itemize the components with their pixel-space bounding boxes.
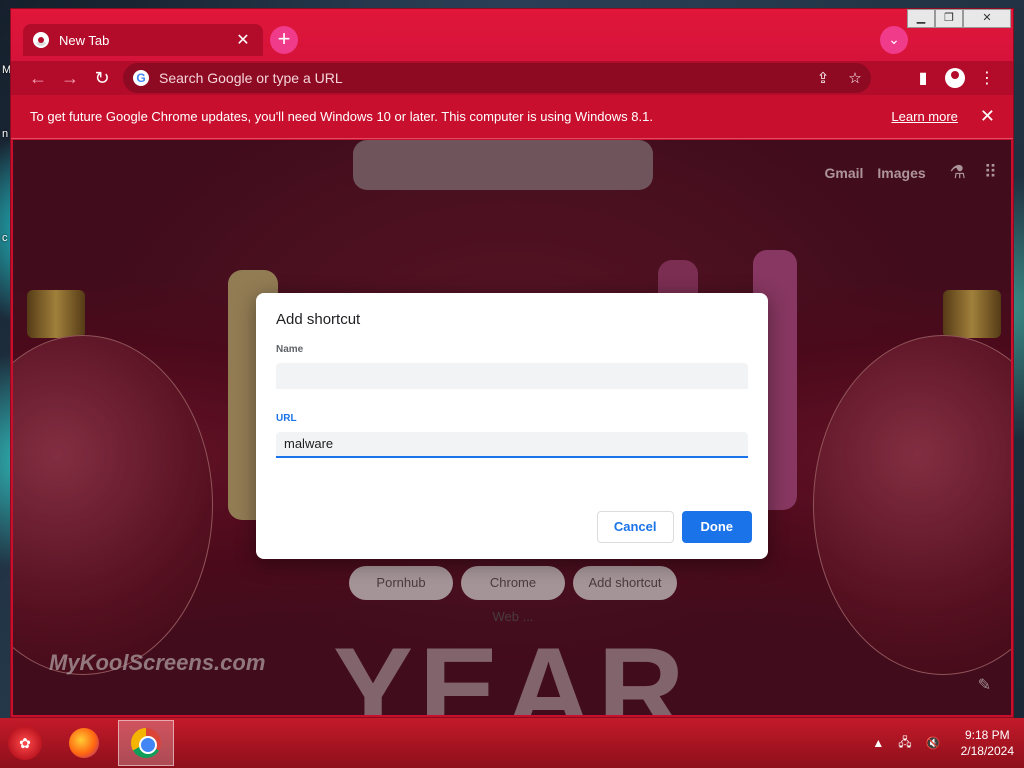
show-hidden-icons-icon[interactable]: ▲ [872, 736, 884, 750]
start-button-icon[interactable]: ✿ [8, 726, 42, 760]
minimize-button[interactable]: ▁ [907, 9, 935, 28]
close-window-button[interactable]: ✕ [963, 9, 1011, 28]
desktop-icon-label[interactable]: c [2, 232, 8, 244]
side-panel-icon[interactable]: ▮ [907, 68, 939, 88]
infobar-message: To get future Google Chrome updates, you… [30, 109, 653, 124]
title-bar: New Tab ✕ + ⌄ ▁ ❐ ✕ [11, 9, 1013, 61]
tab-search-button[interactable]: ⌄ [880, 26, 908, 54]
back-button[interactable]: ← [23, 63, 53, 93]
toolbar: ← → ↻ G Search Google or type a URL ⇪ ☆ … [11, 61, 1013, 95]
omnibox[interactable]: G Search Google or type a URL ⇪ ☆ [123, 63, 871, 93]
volume-muted-icon[interactable]: 🔇 [926, 736, 941, 750]
dialog-buttons: Cancel Done [589, 511, 752, 543]
clock[interactable]: 9:18 PM 2/18/2024 [961, 727, 1014, 759]
close-tab-icon[interactable]: ✕ [233, 30, 253, 50]
system-tray: ▲ 🖧 🔇 9:18 PM 2/18/2024 [872, 718, 1014, 768]
bookmark-star-icon[interactable]: ☆ [839, 69, 871, 87]
close-infobar-icon[interactable]: ✕ [980, 106, 995, 127]
update-infobar: To get future Google Chrome updates, you… [11, 95, 1013, 139]
dialog-title: Add shortcut [276, 311, 361, 328]
clock-time: 9:18 PM [964, 728, 1010, 742]
clock-date: 2/18/2024 [960, 744, 1014, 758]
google-g-icon: G [133, 70, 149, 86]
url-field[interactable] [276, 432, 748, 458]
chrome-favicon-icon [33, 32, 49, 48]
new-tab-button[interactable]: + [270, 26, 298, 54]
restore-button[interactable]: ❐ [935, 9, 963, 28]
firefox-icon [69, 728, 99, 758]
tab-title: New Tab [59, 32, 110, 48]
desktop-icon-label[interactable]: n [2, 128, 8, 140]
taskbar-firefox[interactable] [56, 720, 112, 766]
name-label: Name [276, 344, 304, 355]
menu-dots-icon[interactable]: ⋮ [971, 68, 1003, 88]
profile-avatar-icon[interactable] [945, 68, 965, 88]
name-field[interactable] [276, 363, 748, 389]
window-controls: ▁ ❐ ✕ [907, 9, 1011, 28]
taskbar-chrome[interactable] [118, 720, 174, 766]
network-icon[interactable]: 🖧 [898, 733, 911, 754]
taskbar: ✿ ▲ 🖧 🔇 9:18 PM 2/18/2024 [0, 718, 1024, 768]
tab-new-tab[interactable]: New Tab ✕ [23, 24, 263, 56]
learn-more-link[interactable]: Learn more [891, 109, 957, 124]
chrome-icon [131, 728, 161, 758]
forward-button[interactable]: → [55, 63, 85, 93]
done-button[interactable]: Done [681, 511, 752, 543]
cancel-button[interactable]: Cancel [596, 511, 674, 543]
add-shortcut-dialog: Add shortcut Name URL Cancel Done [256, 293, 768, 559]
omnibox-placeholder: Search Google or type a URL [159, 70, 343, 86]
share-icon[interactable]: ⇪ [807, 69, 839, 87]
toolbar-right: ▮ ⋮ [907, 63, 1003, 93]
reload-button[interactable]: ↻ [87, 63, 117, 93]
url-label: URL [276, 413, 297, 424]
